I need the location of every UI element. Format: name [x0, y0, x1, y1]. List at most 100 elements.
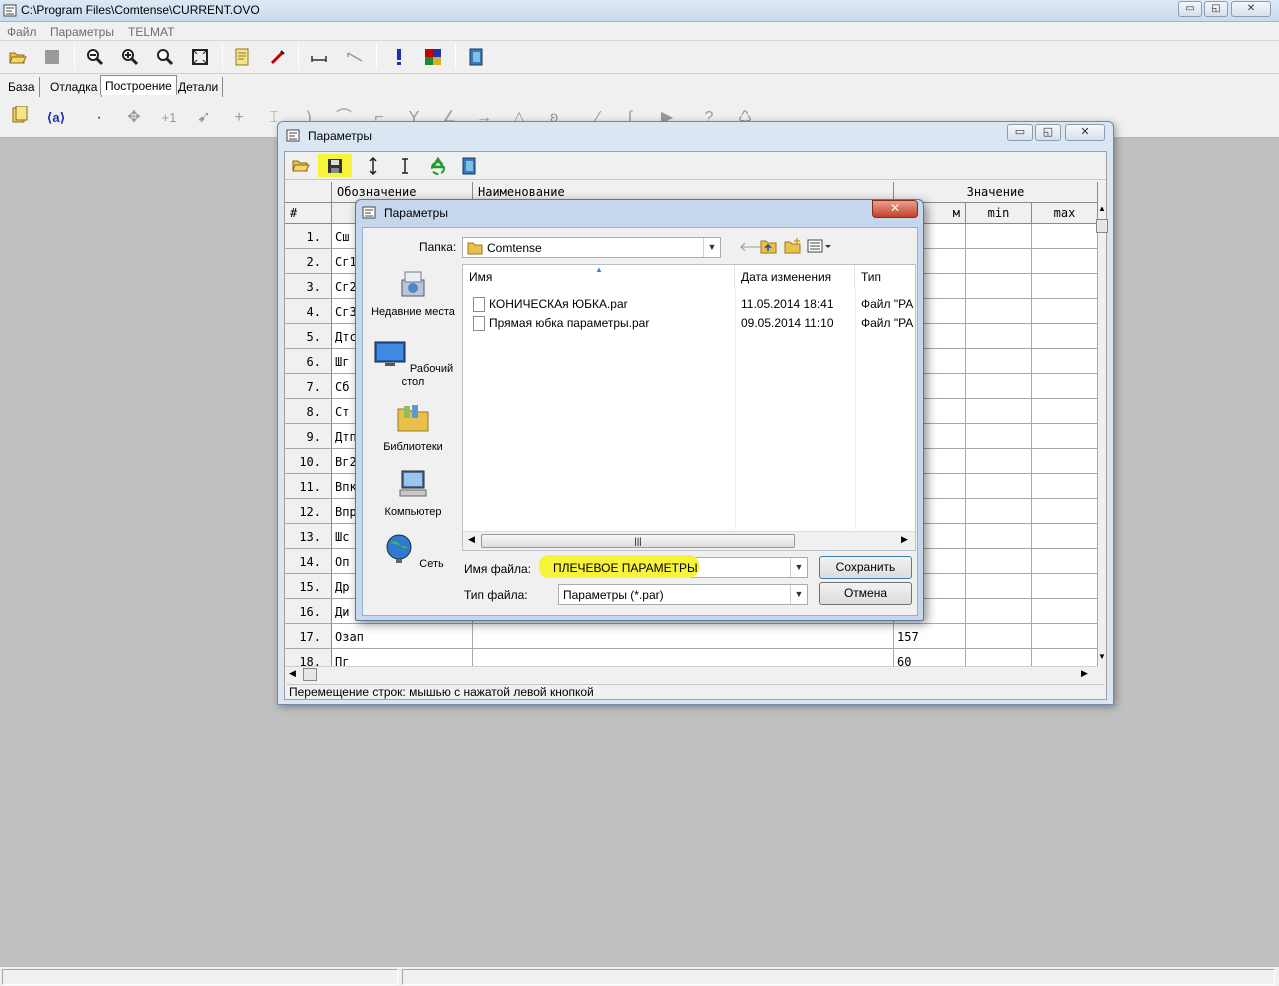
stop-icon[interactable]: [40, 45, 64, 69]
save-icon[interactable]: [318, 154, 352, 177]
row-max[interactable]: [1032, 449, 1098, 474]
note-icon[interactable]: [230, 45, 254, 69]
chevron-down-icon[interactable]: ▼: [790, 558, 807, 577]
minimize-button[interactable]: ▭: [1007, 124, 1033, 141]
header-value[interactable]: Значение: [894, 182, 1098, 203]
scroll-left-icon[interactable]: ◀: [468, 534, 475, 545]
row-min[interactable]: [966, 474, 1032, 499]
row-max[interactable]: [1032, 649, 1098, 666]
row-max[interactable]: [1032, 499, 1098, 524]
row-min[interactable]: [966, 649, 1032, 666]
row-max[interactable]: [1032, 374, 1098, 399]
row-min[interactable]: [966, 599, 1032, 624]
move-icon[interactable]: ✥: [122, 106, 146, 130]
tab-construction[interactable]: Построение: [100, 75, 177, 95]
chevron-down-icon[interactable]: ▼: [703, 238, 720, 257]
dialog-close-button[interactable]: ✕: [872, 200, 918, 218]
row-max[interactable]: [1032, 274, 1098, 299]
point-icon[interactable]: ·: [87, 106, 111, 130]
exit-icon[interactable]: [457, 154, 481, 177]
tab-debug[interactable]: Отладка: [46, 77, 103, 97]
restore-button[interactable]: ◱: [1035, 124, 1061, 141]
row-max[interactable]: [1032, 524, 1098, 549]
column-type[interactable]: Тип: [855, 265, 915, 287]
row-min[interactable]: [966, 499, 1032, 524]
menu-parameters[interactable]: Параметры: [50, 25, 114, 39]
row-min[interactable]: [966, 349, 1032, 374]
zoom-out-icon[interactable]: [83, 45, 107, 69]
row-name[interactable]: [473, 624, 894, 649]
menu-file[interactable]: Файл: [7, 25, 37, 39]
file-row[interactable]: КОНИЧЕСКАя ЮБКА.par 11.05.2014 18:41 Фай…: [463, 295, 915, 314]
measure-angle-icon[interactable]: [343, 45, 367, 69]
tab-details[interactable]: Детали: [174, 77, 224, 97]
place-desktop[interactable]: Рабочий стол: [371, 338, 455, 389]
close-button[interactable]: ✕: [1065, 124, 1105, 141]
scroll-right-icon[interactable]: ▶: [901, 534, 908, 545]
text-cursor-icon[interactable]: [393, 154, 417, 177]
palette-icon[interactable]: [421, 45, 445, 69]
open-folder-icon[interactable]: [6, 45, 30, 69]
row-min[interactable]: [966, 249, 1032, 274]
row-min[interactable]: [966, 574, 1032, 599]
scroll-thumb[interactable]: [303, 668, 317, 681]
row-max[interactable]: [1032, 399, 1098, 424]
save-button[interactable]: Сохранить: [819, 556, 912, 579]
cancel-button[interactable]: Отмена: [819, 582, 912, 605]
measure-icon[interactable]: [307, 45, 331, 69]
fit-icon[interactable]: [188, 45, 212, 69]
minimize-button[interactable]: ▭: [1178, 1, 1202, 17]
move-vertical-icon[interactable]: [361, 154, 385, 177]
menu-telmat[interactable]: TELMAT: [128, 25, 174, 39]
notes-icon[interactable]: [8, 105, 32, 130]
row-min[interactable]: [966, 524, 1032, 549]
row-max[interactable]: [1032, 474, 1098, 499]
open-folder-icon[interactable]: [289, 154, 313, 177]
exclamation-icon[interactable]: [387, 45, 411, 69]
row-min[interactable]: [966, 424, 1032, 449]
scroll-right-icon[interactable]: ▶: [1081, 668, 1088, 679]
close-button[interactable]: ✕: [1231, 1, 1271, 17]
scroll-up-icon[interactable]: ▲: [1098, 204, 1106, 213]
chevron-down-icon[interactable]: ▼: [790, 585, 807, 604]
pen-icon[interactable]: [266, 45, 290, 69]
new-folder-icon[interactable]: [784, 238, 802, 257]
row-designation[interactable]: Озап: [332, 624, 473, 649]
filetype-select[interactable]: Параметры (*.par) ▼: [558, 584, 808, 605]
exit-icon[interactable]: [464, 45, 488, 69]
vertical-scrollbar[interactable]: ▲ ▼: [1096, 204, 1108, 666]
place-recent[interactable]: Недавние места: [371, 268, 455, 319]
place-network[interactable]: Сеть: [371, 533, 455, 571]
row-min[interactable]: [966, 449, 1032, 474]
row-max[interactable]: [1032, 574, 1098, 599]
row-max[interactable]: [1032, 599, 1098, 624]
column-date[interactable]: Дата изменения: [735, 265, 855, 287]
scroll-down-icon[interactable]: ▼: [1098, 652, 1106, 661]
recycle-icon[interactable]: [426, 154, 450, 177]
row-max[interactable]: [1032, 624, 1098, 649]
place-libraries[interactable]: Библиотеки: [371, 403, 455, 454]
row-min[interactable]: [966, 399, 1032, 424]
place-computer[interactable]: Компьютер: [371, 468, 455, 519]
filename-input[interactable]: ПЛЕЧЕВОЕ ПАРАМЕТРЫ ▼: [539, 555, 808, 578]
row-min[interactable]: [966, 549, 1032, 574]
zoom-in-icon[interactable]: [118, 45, 142, 69]
zoom-icon[interactable]: [153, 45, 177, 69]
row-max[interactable]: [1032, 424, 1098, 449]
plus-one-icon[interactable]: +1: [157, 106, 181, 130]
row-min[interactable]: [966, 374, 1032, 399]
cross-icon[interactable]: +: [227, 106, 251, 130]
row-min[interactable]: [966, 299, 1032, 324]
row-min[interactable]: [966, 274, 1032, 299]
row-max[interactable]: [1032, 549, 1098, 574]
row-min[interactable]: [966, 324, 1032, 349]
view-menu-icon[interactable]: [807, 238, 833, 257]
file-row[interactable]: Прямая юбка параметры.par 09.05.2014 11:…: [463, 314, 915, 333]
horizontal-scrollbar[interactable]: ◀ ||| ▶: [463, 531, 915, 550]
variable-icon[interactable]: ⟨a⟩: [44, 106, 68, 130]
row-max[interactable]: [1032, 299, 1098, 324]
row-max[interactable]: [1032, 324, 1098, 349]
tab-base[interactable]: База: [4, 77, 40, 97]
folder-combo[interactable]: Comtense ▼: [462, 237, 721, 258]
scroll-left-icon[interactable]: ◀: [289, 668, 296, 679]
